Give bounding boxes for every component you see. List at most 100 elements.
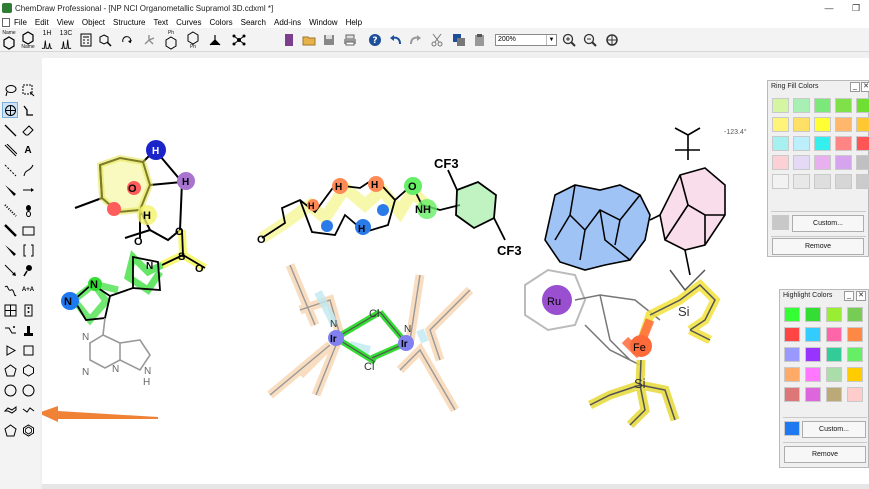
chair-tool-2[interactable]: [20, 402, 36, 418]
query-tool[interactable]: [2, 322, 18, 338]
ring-fill-swatch[interactable]: [814, 136, 831, 151]
highlight-swatch[interactable]: [847, 327, 863, 342]
orbital-tool[interactable]: [20, 202, 36, 218]
highlight-swatch[interactable]: [784, 347, 800, 362]
menu-view[interactable]: View: [57, 18, 74, 27]
menu-file[interactable]: File: [14, 18, 27, 27]
structure-to-name-button[interactable]: Name: [0, 30, 18, 50]
minimize-button[interactable]: —: [818, 1, 840, 15]
close-icon[interactable]: ✕: [861, 82, 869, 92]
table-tool[interactable]: [2, 302, 18, 318]
print-button[interactable]: [341, 30, 359, 50]
template-button[interactable]: [230, 30, 248, 50]
highlight-swatch[interactable]: [784, 387, 800, 402]
molecule-amide[interactable]: O H H H H O NH CF3 CF3: [257, 156, 522, 258]
close-icon[interactable]: ✕: [856, 291, 866, 301]
eraser-tool[interactable]: [20, 122, 36, 138]
arrow-tool[interactable]: [20, 182, 36, 198]
ring-fill-swatch[interactable]: [835, 174, 852, 189]
zoom-in-button[interactable]: [560, 30, 578, 50]
highlight-swatch[interactable]: [826, 367, 842, 382]
highlight-header[interactable]: Highlight Colors _ ✕: [780, 290, 868, 302]
redo-button[interactable]: [407, 30, 425, 50]
cyclopropane-tool[interactable]: [2, 342, 18, 358]
double-bond-tool[interactable]: [2, 142, 18, 158]
zoom-out-button[interactable]: [581, 30, 599, 50]
rotate-3d-tool[interactable]: [2, 102, 18, 118]
zoom-select[interactable]: 200% ▼: [495, 34, 557, 46]
menu-add-ins[interactable]: Add-ins: [274, 18, 301, 27]
style-tool[interactable]: A+A: [20, 282, 36, 298]
minimize-icon[interactable]: _: [844, 291, 854, 301]
bold-bond-tool[interactable]: [2, 222, 18, 238]
highlight-swatch[interactable]: [826, 387, 842, 402]
highlight-custom-button[interactable]: Custom...: [802, 421, 866, 438]
ring-remove-button[interactable]: Remove: [772, 238, 864, 255]
calculate-properties-button[interactable]: [77, 30, 95, 50]
menu-curves[interactable]: Curves: [176, 18, 201, 27]
ring-fill-swatch[interactable]: [856, 98, 869, 113]
horizontal-scrollbar[interactable]: [42, 484, 869, 489]
menu-colors[interactable]: Colors: [210, 18, 233, 27]
ring-fill-swatch[interactable]: [835, 117, 852, 132]
ring-fill-swatch[interactable]: [772, 117, 789, 132]
menu-search[interactable]: Search: [241, 18, 266, 27]
reaction-ph-button[interactable]: Ph: [162, 30, 180, 50]
cycloheptane-tool[interactable]: [2, 382, 18, 398]
atom-map-tool[interactable]: [20, 262, 36, 278]
ring-fill-swatch[interactable]: [793, 174, 810, 189]
wedge-bond-tool[interactable]: [2, 182, 18, 198]
clean-structure-button[interactable]: [96, 30, 114, 50]
highlight-swatch[interactable]: [847, 307, 863, 322]
highlight-swatch[interactable]: [805, 387, 821, 402]
paste-button[interactable]: [471, 30, 489, 50]
chair-tool-1[interactable]: [2, 402, 18, 418]
rectangle-tool[interactable]: [20, 222, 36, 238]
ring-fill-header[interactable]: Ring Fill Colors _ ✕: [768, 81, 869, 93]
highlight-swatch[interactable]: [784, 327, 800, 342]
highlight-swatch[interactable]: [826, 347, 842, 362]
ring-fill-swatch[interactable]: [772, 136, 789, 151]
reaction-ph-alt-button[interactable]: Ph: [184, 30, 202, 50]
dashed-bond-tool[interactable]: [2, 162, 18, 178]
highlight-swatch[interactable]: [805, 327, 821, 342]
chain-tool[interactable]: [20, 102, 36, 118]
cyclopentane-tool[interactable]: [2, 362, 18, 378]
ring-fill-swatch[interactable]: [856, 155, 869, 170]
highlight-swatch[interactable]: [847, 387, 863, 402]
highlight-custom-swatch[interactable]: [784, 421, 800, 436]
menu-window[interactable]: Window: [309, 18, 337, 27]
menu-text[interactable]: Text: [153, 18, 168, 27]
molecule-bicyclic[interactable]: H H O H O S O O N N N N N N N H: [61, 140, 208, 388]
ring-custom-button[interactable]: Custom...: [792, 215, 864, 232]
highlight-swatch[interactable]: [826, 327, 842, 342]
ring-fill-swatch[interactable]: [793, 136, 810, 151]
text-tool[interactable]: A: [20, 142, 36, 158]
molecule-ru-fe[interactable]: Ru Si Fe Si: [524, 268, 721, 429]
name-to-structure-button[interactable]: Name: [19, 30, 37, 50]
wavy-bond-tool[interactable]: [2, 242, 18, 258]
dative-bond-tool[interactable]: [2, 262, 18, 278]
stereo-button[interactable]: [206, 30, 224, 50]
menu-structure[interactable]: Structure: [113, 18, 145, 27]
marquee-tool[interactable]: [20, 82, 36, 98]
highlight-swatch[interactable]: [784, 367, 800, 382]
cut-button[interactable]: [428, 30, 446, 50]
predict-13c-nmr-button[interactable]: 13C: [57, 30, 75, 50]
ring-fill-swatch[interactable]: [835, 155, 852, 170]
maximize-button[interactable]: ❐: [845, 1, 867, 15]
molecule-ir-dimer[interactable]: Ir Ir Cl Cl N N: [267, 263, 474, 413]
new-document-button[interactable]: [280, 30, 298, 50]
highlight-swatch[interactable]: [847, 367, 863, 382]
cyclobutane-tool[interactable]: [20, 342, 36, 358]
ring-custom-swatch[interactable]: [772, 215, 789, 230]
ring-fill-swatch[interactable]: [793, 98, 810, 113]
highlight-swatch[interactable]: [847, 347, 863, 362]
rotate-view-button[interactable]: [603, 30, 621, 50]
cyclohexane-tool[interactable]: [20, 362, 36, 378]
ring-fill-swatch[interactable]: [835, 98, 852, 113]
ring-fill-swatch[interactable]: [814, 155, 831, 170]
clean-3d-button[interactable]: [140, 30, 158, 50]
ring-fill-swatch[interactable]: [835, 136, 852, 151]
help-button[interactable]: ?: [366, 30, 384, 50]
